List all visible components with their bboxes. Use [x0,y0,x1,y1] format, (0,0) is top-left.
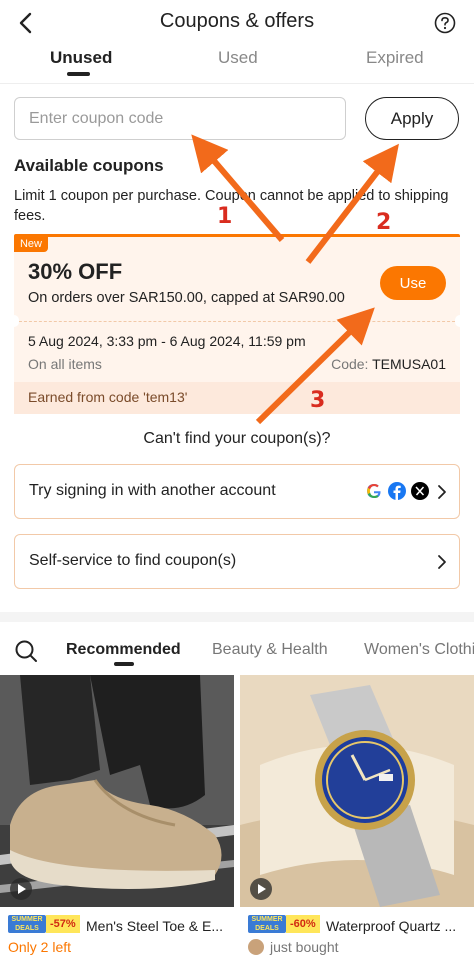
annotation-number-3: 3 [310,388,326,413]
coupon-notice: Limit 1 coupon per purchase. Coupon cann… [14,188,449,224]
product-title: Men's Steel Toe & E... [86,918,224,934]
tab-expired[interactable]: Expired [366,48,424,68]
new-badge: New [14,237,48,252]
tab-used[interactable]: Used [218,48,258,68]
option-label: Try signing in with another account [29,482,276,499]
product-title: Waterproof Quartz ... [326,918,457,934]
category-womens-clothing[interactable]: Women's Clothing [364,641,474,659]
apply-button[interactable]: Apply [365,97,459,140]
earned-strip: Earned from code 'tem13' [14,382,460,414]
coupon-card: New 30% OFF On orders over SAR150.00, ca… [9,234,465,414]
google-icon [367,484,381,498]
coupon-notch-left [9,315,19,327]
section-separator [0,612,474,622]
coupon-divider [14,321,460,322]
product-card[interactable]: SUMMER DEALS -60% Waterproof Quartz ... … [240,675,474,961]
page-title: Coupons & offers [159,10,315,32]
coupon-condition: On orders over SAR150.00, capped at SAR9… [28,290,345,306]
earned-from-code: Earned from code 'tem13' [28,389,188,405]
coupon-scope: On all items [28,356,102,372]
top-bar: Coupons & offers [0,0,474,46]
facebook-icon [388,482,406,500]
coupon-code-input[interactable] [14,97,346,140]
social-icons [365,482,429,500]
purchase-status: just bought [270,939,339,955]
category-beauty-health[interactable]: Beauty & Health [212,641,328,659]
video-play-icon[interactable] [10,878,32,900]
annotation-number-1: 1 [217,204,233,229]
sign-in-another-account-row[interactable]: Try signing in with another account [14,464,460,519]
tab-unused[interactable]: Unused [50,48,112,68]
active-category-indicator [114,662,134,666]
chevron-right-icon [438,485,446,499]
coupon-notch-right [455,315,465,327]
product-card[interactable]: SUMMER DEALS -57% Men's Steel Toe & E...… [0,675,234,961]
cant-find-heading: Can't find your coupon(s)? [143,430,331,447]
category-recommended[interactable]: Recommended [66,641,181,659]
video-play-icon[interactable] [250,878,272,900]
buyer-avatar [248,939,264,955]
coupon-status-tabs: Unused Used Expired [0,44,474,84]
category-bar: Recommended Beauty & Health Women's Clot… [0,622,474,674]
discount-badge: -57% [46,915,80,933]
annotation-number-2: 2 [376,210,392,235]
question-circle-icon[interactable] [434,12,456,34]
product-image [0,675,234,907]
self-service-find-coupons-row[interactable]: Self-service to find coupon(s) [14,534,460,589]
stock-status: Only 2 left [8,939,72,955]
use-coupon-button[interactable]: Use [380,266,446,300]
coupon-validity: 5 Aug 2024, 3:33 pm - 6 Aug 2024, 11:59 … [28,333,306,349]
x-icon [411,482,429,500]
summer-deals-badge: SUMMER DEALS [8,915,46,933]
summer-deals-badge: SUMMER DEALS [248,915,286,933]
chevron-right-icon [438,555,446,569]
available-coupons-heading: Available coupons [14,156,164,175]
product-image [240,675,474,907]
active-tab-indicator [67,72,90,76]
coupon-code-value: TEMUSA01 [372,356,446,372]
coupon-code: Code: TEMUSA01 [331,356,446,372]
coupon-code-label: Code: [331,356,373,372]
search-icon[interactable] [14,639,38,663]
option-label: Self-service to find coupon(s) [29,552,237,569]
discount-badge: -60% [286,915,320,933]
coupon-discount: 30% OFF [28,259,123,284]
